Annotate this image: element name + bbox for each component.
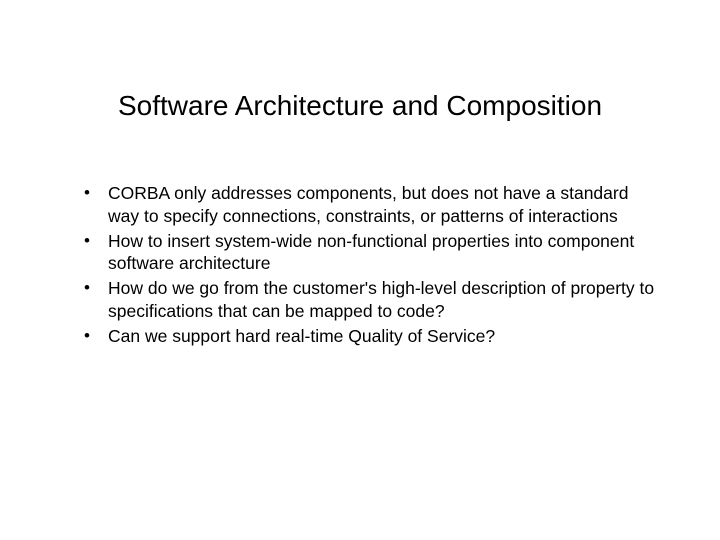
bullet-list: CORBA only addresses components, but doe… bbox=[60, 182, 660, 347]
list-item: How to insert system-wide non-functional… bbox=[80, 230, 660, 276]
list-item: CORBA only addresses components, but doe… bbox=[80, 182, 660, 228]
list-item: Can we support hard real-time Quality of… bbox=[80, 325, 660, 348]
slide-container: Software Architecture and Composition CO… bbox=[0, 0, 720, 540]
slide-title: Software Architecture and Composition bbox=[70, 90, 650, 122]
list-item: How do we go from the customer's high-le… bbox=[80, 277, 660, 323]
